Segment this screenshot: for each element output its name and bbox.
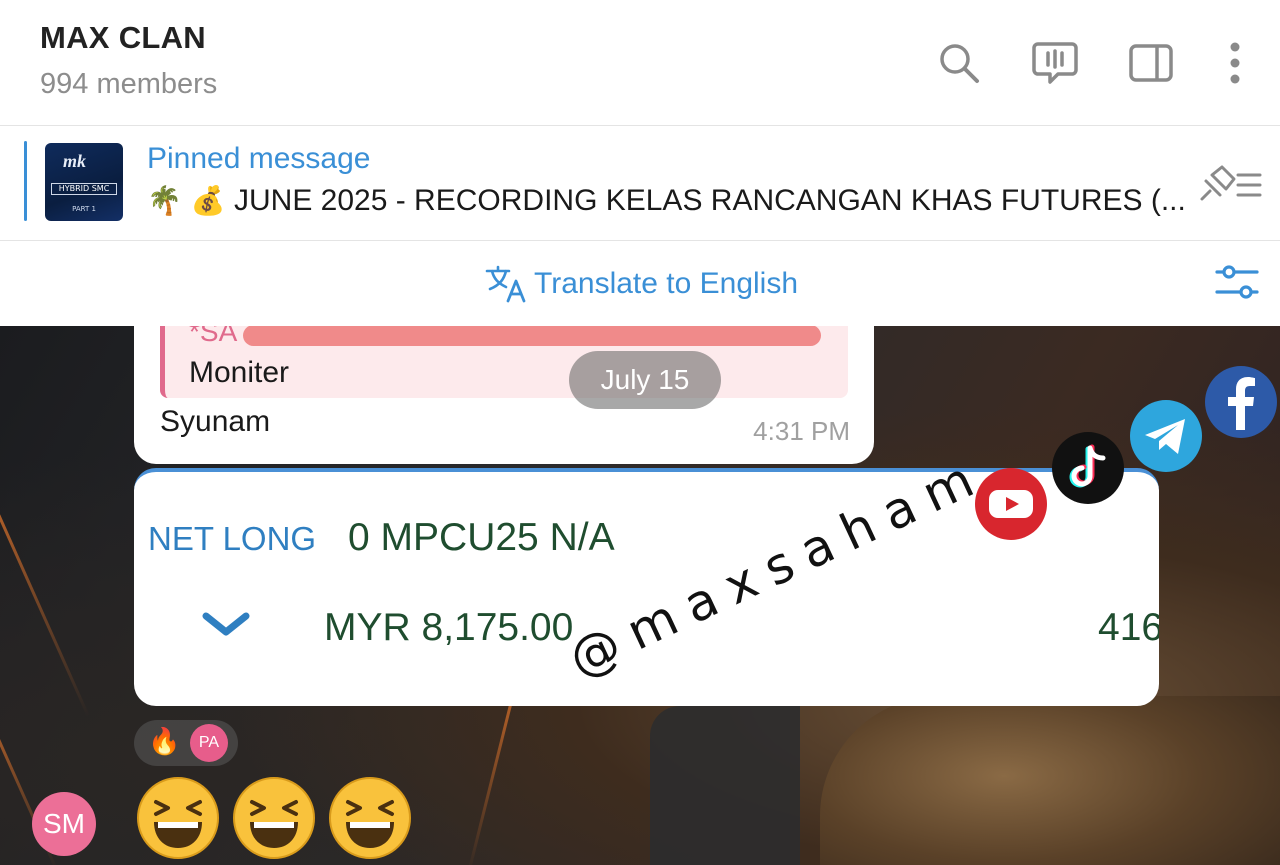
reactor-avatar: PA	[190, 724, 228, 762]
wallpaper-shape	[650, 706, 800, 865]
thumbnail-badge: HYBRID SMC	[51, 183, 117, 195]
reaction-bar[interactable]: 🔥 PA	[134, 720, 238, 766]
redaction-mark	[243, 326, 821, 346]
position-quantity: 416	[1098, 606, 1159, 649]
date-separator: July 15	[569, 351, 721, 409]
pinned-thumbnail: mk HYBRID SMC PART 1	[45, 143, 123, 221]
chat-header: MAX CLAN 994 members	[0, 0, 1280, 126]
wallpaper-streak	[467, 688, 516, 865]
live-chat-icon[interactable]	[1030, 38, 1080, 88]
fire-emoji: 🔥	[148, 727, 181, 757]
translate-button[interactable]: Translate to English	[484, 262, 798, 306]
thumbnail-logo: mk	[63, 151, 87, 171]
message-text: Syunam	[160, 405, 271, 438]
sidebar-icon[interactable]	[1126, 38, 1176, 88]
settings-sliders-icon[interactable]	[1213, 262, 1261, 302]
youtube-icon	[975, 468, 1047, 540]
laughing-emoji[interactable]	[136, 776, 220, 860]
search-icon[interactable]	[934, 38, 984, 88]
pinned-indicator	[24, 141, 27, 221]
message-time: 4:31 PM	[753, 416, 850, 446]
tiktok-icon	[1052, 432, 1124, 504]
laughing-emoji[interactable]	[328, 776, 412, 860]
more-icon[interactable]	[1210, 38, 1260, 88]
translate-icon	[485, 265, 526, 303]
wallpaper-streak	[0, 505, 90, 717]
thumbnail-caption: PART 1	[72, 205, 96, 213]
translate-bar: Translate to English	[0, 242, 1280, 326]
laughing-emoji[interactable]	[232, 776, 316, 860]
telegram-icon	[1130, 400, 1202, 472]
chat-title[interactable]: MAX CLAN	[40, 20, 206, 56]
position-summary: 0 MPCU25 N/A	[348, 516, 615, 559]
reply-quote[interactable]: *SA Moniter	[160, 326, 848, 398]
position-tag: NET LONG	[148, 520, 317, 557]
pinned-emoji: 🌴 💰	[147, 184, 226, 217]
sender-avatar[interactable]: SM	[32, 792, 96, 856]
pinned-text: 🌴 💰 JUNE 2025 - RECORDING KELAS RANCANGA…	[147, 184, 1186, 218]
message-bubble[interactable]: *SA Moniter Syunam 4:31 PM	[134, 326, 874, 464]
position-price: MYR 8,175.00	[324, 606, 574, 649]
chat-area[interactable]: *SA Moniter Syunam 4:31 PM July 15 NET L…	[0, 326, 1280, 865]
quote-author: *SA	[189, 326, 238, 347]
quote-text: Moniter	[189, 356, 290, 389]
facebook-icon	[1205, 366, 1277, 438]
translate-label: Translate to English	[534, 267, 799, 300]
wallpaper-figure	[820, 696, 1280, 865]
member-count: 994 members	[40, 68, 218, 100]
pinned-text-body: JUNE 2025 - RECORDING KELAS RANCANGAN KH…	[233, 184, 1186, 217]
pinned-message-bar[interactable]: mk HYBRID SMC PART 1 Pinned message 🌴 💰 …	[0, 127, 1280, 241]
chevron-down-icon	[202, 612, 250, 636]
pin-list-icon[interactable]	[1196, 161, 1266, 205]
pinned-title: Pinned message	[147, 142, 371, 175]
